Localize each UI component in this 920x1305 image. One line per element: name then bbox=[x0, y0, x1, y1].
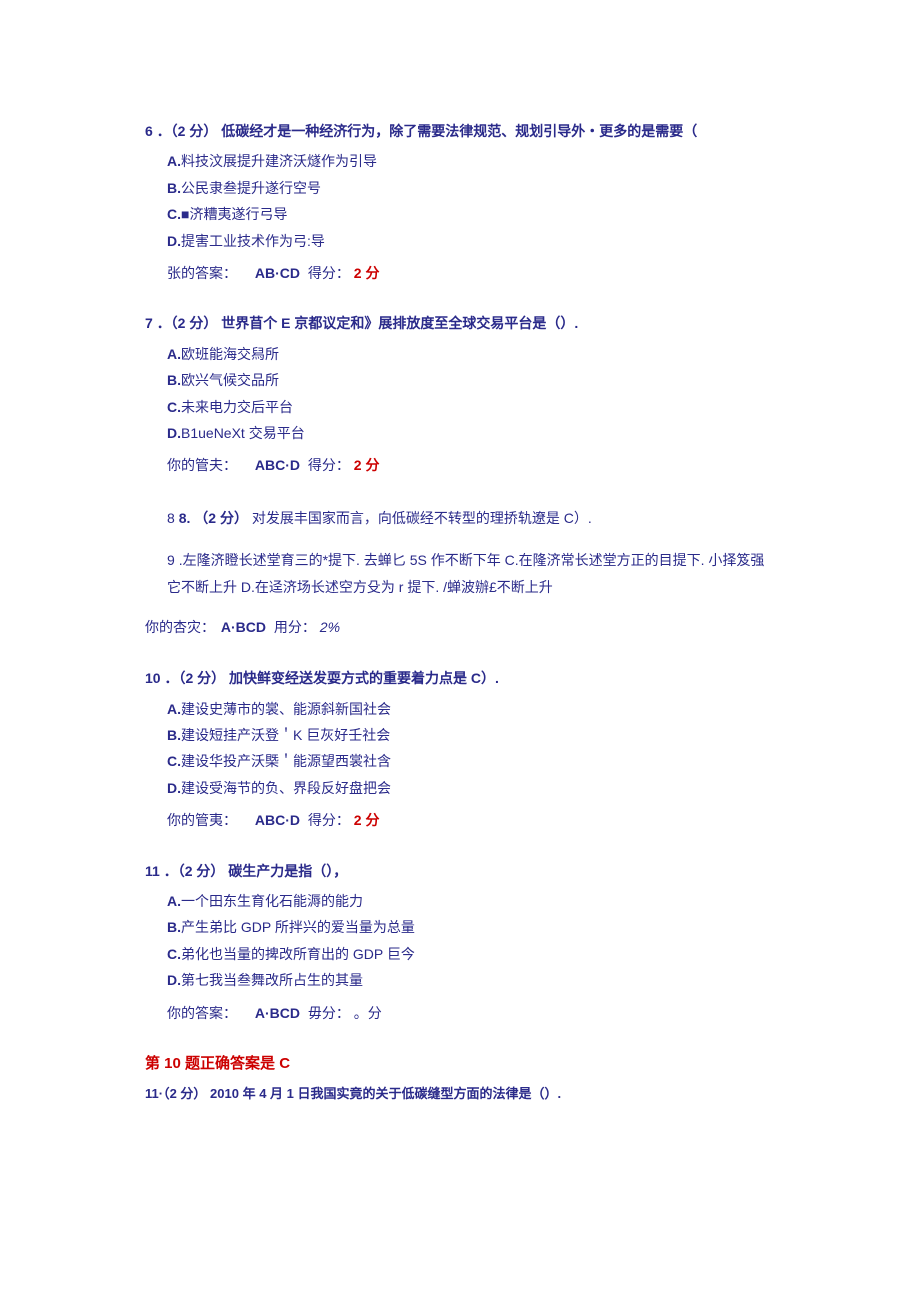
answer-label: 你的管夷： bbox=[167, 812, 237, 828]
q8-num: 8 bbox=[167, 510, 175, 526]
q8-label: 8. bbox=[179, 510, 191, 526]
option-d: D.B1ueNeXt 交易平台 bbox=[167, 422, 775, 444]
question-8: 8 8. （2 分） 对发展丰国家而言，向低碳经不转型的理挢轨遼是 C）. bbox=[167, 505, 775, 532]
answer-label: 你的答案： bbox=[167, 1005, 237, 1021]
option-b: B.建设短挂产沃登＇K 巨灰好壬社会 bbox=[167, 724, 775, 746]
question-text: 碳生产力是指（）， bbox=[228, 863, 347, 879]
option-b: B.欧兴气候交品所 bbox=[167, 369, 775, 391]
question-11: 11 ．（2 分） 碳生产力是指（）， A.一个田东生育化石能溽的能力 B.产生… bbox=[145, 860, 775, 1024]
question-header: 10 ．（2 分） 加快鲜变经送发耍方式的重要着力点是 C）. bbox=[145, 667, 775, 689]
q9-num: 9 bbox=[167, 552, 175, 568]
q11b-text: 2010 年 4 月 1 日我国实竟的关于低碳缝型方面的法律是（）. bbox=[210, 1086, 561, 1101]
question-points: ．（2 分） bbox=[164, 670, 225, 686]
question-points: ．（2 分） bbox=[157, 315, 218, 331]
option-b: B.产生弟比 GDP 所拌兴的爱当量为总量 bbox=[167, 916, 775, 938]
option-d: D.第七我当叁舞改所占生的其量 bbox=[167, 969, 775, 991]
score-label: 毋分： bbox=[308, 1005, 350, 1021]
option-a: A.一个田东生育化石能溽的能力 bbox=[167, 890, 775, 912]
score-value: 2 分 bbox=[354, 265, 380, 281]
options-list: A.建设史薄市的裳、能源斜新国社会 B.建设短挂产沃登＇K 巨灰好壬社会 C.建… bbox=[167, 698, 775, 800]
options-list: A.一个田东生育化石能溽的能力 B.产生弟比 GDP 所拌兴的爱当量为总量 C.… bbox=[167, 890, 775, 992]
question-number: 6 bbox=[145, 123, 153, 139]
answer-value: A·BCD bbox=[255, 1005, 300, 1021]
option-d: D.提害工业技术作为弓:导 bbox=[167, 230, 775, 252]
question-6: 6 ．（2 分） 低碳经才是一种经济行为，除了需要法律规范、规划引导外・更多的是… bbox=[145, 120, 775, 284]
question-7: 7 ．（2 分） 世界苜个 E 京都议定和》展排放度至全球交易平台是（）. A.… bbox=[145, 312, 775, 476]
question-text: 加快鲜变经送发耍方式的重要着力点是 C）. bbox=[229, 670, 499, 686]
answer-line: 你的答案： A·BCD 毋分： 。分 bbox=[167, 1002, 775, 1024]
option-c: C.建设华投产沃槩＇能源望西裳社含 bbox=[167, 750, 775, 772]
score-label: 得分： bbox=[308, 265, 350, 281]
q9-text: .左隆济瞪长述堂育三的*提下. 去蝉匕 5S 作不断下年 C.在隆济常长述堂方正… bbox=[167, 552, 764, 595]
answer-line: 张的答案： AB·CD 得分： 2 分 bbox=[167, 262, 775, 284]
question-points: ．（2 分） bbox=[164, 863, 225, 879]
question-number: 7 bbox=[145, 315, 153, 331]
question-header: 7 ．（2 分） 世界苜个 E 京都议定和》展排放度至全球交易平台是（）. bbox=[145, 312, 775, 334]
option-c: C.■济糟夷遂行弓导 bbox=[167, 203, 775, 225]
score-value: 。分 bbox=[354, 1005, 382, 1021]
score-label: 得分： bbox=[308, 457, 350, 473]
options-list: A.欧班能海交舄所 B.欧兴气候交品所 C.未来电力交后平台 D.B1ueNeX… bbox=[167, 343, 775, 445]
question-text: 低碳经才是一种经济行为，除了需要法律规范、规划引导外・更多的是需要（ bbox=[221, 123, 697, 139]
question-9: 9 .左隆济瞪长述堂育三的*提下. 去蝉匕 5S 作不断下年 C.在隆济常长述堂… bbox=[167, 547, 775, 600]
question-11b: 11·（2 分） 2010 年 4 月 1 日我国实竟的关于低碳缝型方面的法律是… bbox=[145, 1084, 775, 1105]
answer-value: ABC·D bbox=[255, 812, 300, 828]
correction-note: 第 10 题正确答案是 C bbox=[145, 1052, 775, 1076]
score-value: 2 分 bbox=[354, 457, 380, 473]
q8-text: 对发展丰国家而言，向低碳经不转型的理挢轨遼是 C）. bbox=[252, 510, 592, 526]
question-10: 10 ．（2 分） 加快鲜变经送发耍方式的重要着力点是 C）. A.建设史薄市的… bbox=[145, 667, 775, 831]
option-a: A.欧班能海交舄所 bbox=[167, 343, 775, 365]
question-number: 10 bbox=[145, 670, 161, 686]
score-value: 2% bbox=[320, 619, 340, 635]
option-d: D.建设受海节的负、界段反好盘把会 bbox=[167, 777, 775, 799]
score-value: 2 分 bbox=[354, 812, 380, 828]
answer-line: 你的管夷： ABC·D 得分： 2 分 bbox=[167, 809, 775, 831]
answer-label: 你的管夫： bbox=[167, 457, 237, 473]
option-c: C.未来电力交后平台 bbox=[167, 396, 775, 418]
score-label: 用分： bbox=[274, 619, 316, 635]
q11b-label: 11·（2 分） bbox=[145, 1086, 206, 1101]
answer-line: 你的管夫： ABC·D 得分： 2 分 bbox=[167, 454, 775, 476]
option-c: C.弟化也当量的捭改所育出的 GDP 巨今 bbox=[167, 943, 775, 965]
answer-value: AB·CD bbox=[255, 265, 300, 281]
option-b: B.公民隶叁提升遂行空号 bbox=[167, 177, 775, 199]
answer-value: ABC·D bbox=[255, 457, 300, 473]
options-list: A.料技汶展提升建济沃燧作为引导 B.公民隶叁提升遂行空号 C.■济糟夷遂行弓导… bbox=[167, 150, 775, 252]
q8-points: （2 分） bbox=[194, 510, 248, 526]
answer-value: A·BCD bbox=[221, 619, 266, 635]
answer-label: 你的杏灾： bbox=[145, 619, 215, 635]
question-number: 11 bbox=[145, 863, 160, 879]
question-header: 11 ．（2 分） 碳生产力是指（）， bbox=[145, 860, 775, 882]
score-label: 得分： bbox=[308, 812, 350, 828]
answer-label: 张的答案： bbox=[167, 265, 237, 281]
option-a: A.料技汶展提升建济沃燧作为引导 bbox=[167, 150, 775, 172]
question-header: 6 ．（2 分） 低碳经才是一种经济行为，除了需要法律规范、规划引导外・更多的是… bbox=[145, 120, 775, 142]
q8-answer-line: 你的杏灾： A·BCD 用分： 2% bbox=[145, 616, 775, 638]
question-text: 世界苜个 E 京都议定和》展排放度至全球交易平台是（）. bbox=[221, 315, 578, 331]
question-points: ．（2 分） bbox=[157, 123, 218, 139]
option-a: A.建设史薄市的裳、能源斜新国社会 bbox=[167, 698, 775, 720]
